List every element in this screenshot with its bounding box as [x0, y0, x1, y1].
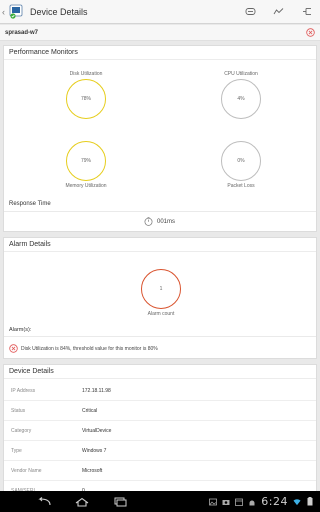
performance-title: Performance Monitors: [4, 46, 316, 60]
response-time-title: Response Time: [9, 201, 51, 207]
alarm-count-value: 1: [159, 286, 163, 292]
memory-utilization-gauge[interactable]: 79% Memory Utilization: [56, 141, 116, 189]
detail-value: Critical: [82, 407, 98, 414]
disk-utilization-value: 78%: [80, 96, 91, 102]
android-notification-icon: [248, 498, 256, 506]
app-logo-icon[interactable]: [9, 4, 24, 19]
detail-key: Type: [11, 447, 22, 454]
response-time-value: 001ms: [157, 218, 176, 225]
calendar-notification-icon: [235, 498, 244, 506]
detail-row-category: Category VirtualDevice: [4, 421, 316, 441]
detail-key: IP Address: [11, 387, 36, 394]
system-nav-bar: 6:24: [0, 491, 320, 512]
alarm-count-gauge[interactable]: 1 Alarm count: [131, 269, 191, 317]
status-area[interactable]: 6:24: [209, 495, 320, 508]
memory-utilization-value: 79%: [80, 158, 91, 164]
disk-utilization-ring: 78%: [66, 79, 106, 119]
memory-utilization-ring: 79%: [66, 141, 106, 181]
home-button[interactable]: [71, 491, 93, 512]
alarm-message-row[interactable]: Disk Utilization is 84%, threshold value…: [9, 344, 158, 353]
topology-action-button[interactable]: [292, 0, 320, 24]
home-icon: [75, 497, 89, 507]
back-button[interactable]: [33, 491, 55, 512]
close-icon: [305, 28, 315, 37]
detail-row-vendor: Vendor Name Microsoft: [4, 461, 316, 481]
detail-value: Microsoft: [82, 467, 103, 474]
back-caret-icon[interactable]: ‹: [2, 7, 8, 17]
alarm-divider: [4, 336, 316, 337]
device-name: sprasad-w7: [5, 29, 39, 36]
trend-action-button[interactable]: [264, 0, 292, 24]
swap-action-icon: [245, 8, 255, 15]
swap-action-button[interactable]: [236, 0, 264, 24]
cpu-utilization-value: 4%: [237, 96, 245, 102]
back-arrow-icon: [38, 496, 51, 505]
disk-utilization-gauge[interactable]: Disk Utilization 78%: [56, 71, 116, 119]
device-details-card: Device Details IP Address 172.18.11.98 S…: [3, 364, 317, 494]
clock: 6:24: [261, 495, 288, 508]
packet-loss-label: Packet Loss: [227, 183, 255, 189]
action-bar: ‹ Device Details: [0, 0, 320, 24]
detail-key: Status: [11, 407, 26, 414]
alarm-count-ring: 1: [141, 269, 181, 309]
detail-value: 172.18.11.98: [82, 387, 111, 394]
close-button[interactable]: [302, 25, 318, 41]
alarm-message: Disk Utilization is 84%, threshold value…: [21, 345, 158, 352]
packet-loss-ring: 0%: [221, 141, 261, 181]
performance-card: Performance Monitors Disk Utilization 78…: [3, 45, 317, 232]
critical-alarm-icon: [9, 344, 18, 353]
camera-notification-icon: [222, 498, 230, 506]
topology-action-icon: [302, 8, 311, 15]
detail-key: Category: [11, 427, 32, 434]
battery-icon: [306, 497, 314, 506]
trend-action-icon: [273, 8, 283, 15]
cpu-utilization-gauge[interactable]: CPU Utilization 4%: [211, 71, 271, 119]
packet-loss-value: 0%: [237, 158, 245, 164]
alarm-title: Alarm Details: [4, 238, 316, 252]
device-name-bar: sprasad-w7: [0, 25, 320, 41]
alarm-card: Alarm Details 1 Alarm count Alarm(s): Di…: [3, 237, 317, 359]
memory-utilization-label: Memory Utilization: [65, 183, 107, 189]
disk-utilization-label: Disk Utilization: [69, 71, 103, 77]
alarm-list-title: Alarm(s):: [9, 327, 32, 333]
recent-apps-button[interactable]: [109, 491, 131, 512]
response-divider: [4, 211, 316, 212]
detail-value: Windows 7: [82, 447, 107, 454]
detail-row-type: Type Windows 7: [4, 441, 316, 461]
device-details-title: Device Details: [4, 365, 316, 379]
page-title: Device Details: [30, 6, 88, 17]
response-time-row: 001ms: [144, 217, 175, 226]
detail-row-ip: IP Address 172.18.11.98: [4, 381, 316, 401]
packet-loss-gauge[interactable]: 0% Packet Loss: [211, 141, 271, 189]
cpu-utilization-ring: 4%: [221, 79, 261, 119]
stopwatch-icon: [144, 217, 153, 226]
recent-apps-icon: [114, 497, 127, 506]
detail-key: Vendor Name: [11, 467, 42, 474]
cpu-utilization-label: CPU Utilization: [224, 71, 258, 77]
detail-value: VirtualDevice: [82, 427, 112, 434]
image-notification-icon: [209, 498, 218, 506]
wifi-icon: [293, 498, 301, 506]
alarm-count-label: Alarm count: [147, 311, 175, 317]
detail-row-status: Status Critical: [4, 401, 316, 421]
